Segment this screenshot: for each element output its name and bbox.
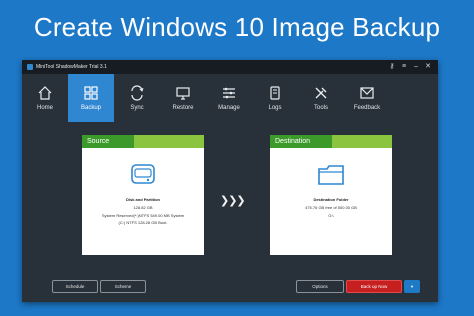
sync-icon (131, 85, 144, 101)
backup-icon (84, 86, 98, 100)
home-icon (38, 86, 52, 100)
nav-label-feedback: Feedback (353, 105, 381, 111)
app-window: MiniTool ShadowMaker Trial 3.1 ⚷ ≡ – ✕ H… (22, 60, 438, 302)
key-icon[interactable]: ⚷ (386, 60, 398, 74)
nav-item-manage[interactable]: Manage (206, 74, 252, 122)
title-bar: MiniTool ShadowMaker Trial 3.1 ⚷ ≡ – ✕ (22, 60, 438, 74)
minimize-icon[interactable]: – (410, 60, 422, 74)
source-title: Disk and Partition (125, 197, 160, 202)
backup-panel: Source Disk and Partition 128.82 GB Syst… (22, 122, 438, 302)
back-up-now-button[interactable]: Back up Now (346, 280, 402, 293)
top-nav: Home Backup Sync Restore Manage Logs Too… (22, 74, 438, 122)
menu-icon[interactable]: ≡ (398, 60, 410, 74)
destination-header-label: Destination (270, 135, 332, 148)
restore-icon (176, 87, 190, 100)
nav-item-sync[interactable]: Sync (114, 74, 160, 122)
schedule-button[interactable]: Schedule (52, 280, 98, 293)
source-header-label: Source (82, 135, 134, 148)
manage-icon (223, 87, 235, 99)
nav-item-feedback[interactable]: Feedback (344, 74, 390, 122)
folder-icon (318, 165, 344, 185)
destination-free: 475.76 GB free of 500.00 GB (305, 205, 357, 210)
nav-label-tools: Tools (313, 105, 328, 111)
destination-title: Destination Folder (313, 197, 349, 202)
nav-label-restore: Restore (172, 105, 194, 111)
nav-label-manage: Manage (218, 105, 240, 111)
window-title: MiniTool ShadowMaker Trial 3.1 (36, 64, 107, 70)
destination-path: G:\ (328, 213, 334, 218)
source-detail-1: System Reserved(*:)NTFS 549.00 MB System (101, 213, 185, 218)
source-size: 128.82 GB (133, 205, 153, 210)
window-controls: ⚷ ≡ – ✕ (386, 60, 434, 74)
destination-card[interactable]: Destination Destination Folder 475.76 GB… (270, 135, 392, 255)
backup-options-dropdown[interactable]: ▾ (404, 280, 420, 293)
chevron-down-icon: ▾ (410, 284, 414, 289)
options-button[interactable]: Options (296, 280, 344, 293)
nav-item-tools[interactable]: Tools (298, 74, 344, 122)
close-icon[interactable]: ✕ (422, 60, 434, 74)
nav-label-backup: Backup (80, 105, 101, 111)
nav-label-logs: Logs (268, 105, 282, 111)
nav-item-backup[interactable]: Backup (68, 74, 114, 122)
scheme-button[interactable]: Scheme (100, 280, 146, 293)
nav-item-restore[interactable]: Restore (160, 74, 206, 122)
direction-arrows-icon: ❯❯❯ (220, 195, 246, 207)
nav-item-home[interactable]: Home (22, 74, 68, 122)
page-headline: Create Windows 10 Image Backup (33, 12, 441, 42)
source-detail-2: (C:) NTFS 128.28 GB Boot. (118, 220, 168, 225)
nav-label-home: Home (36, 105, 53, 111)
logs-icon (270, 86, 280, 100)
app-logo-icon (27, 64, 33, 70)
disk-icon (131, 164, 155, 184)
source-card[interactable]: Source Disk and Partition 128.82 GB Syst… (82, 135, 204, 255)
tools-icon (315, 87, 327, 99)
nav-label-sync: Sync (130, 105, 144, 111)
nav-item-logs[interactable]: Logs (252, 74, 298, 122)
feedback-icon (360, 87, 374, 99)
